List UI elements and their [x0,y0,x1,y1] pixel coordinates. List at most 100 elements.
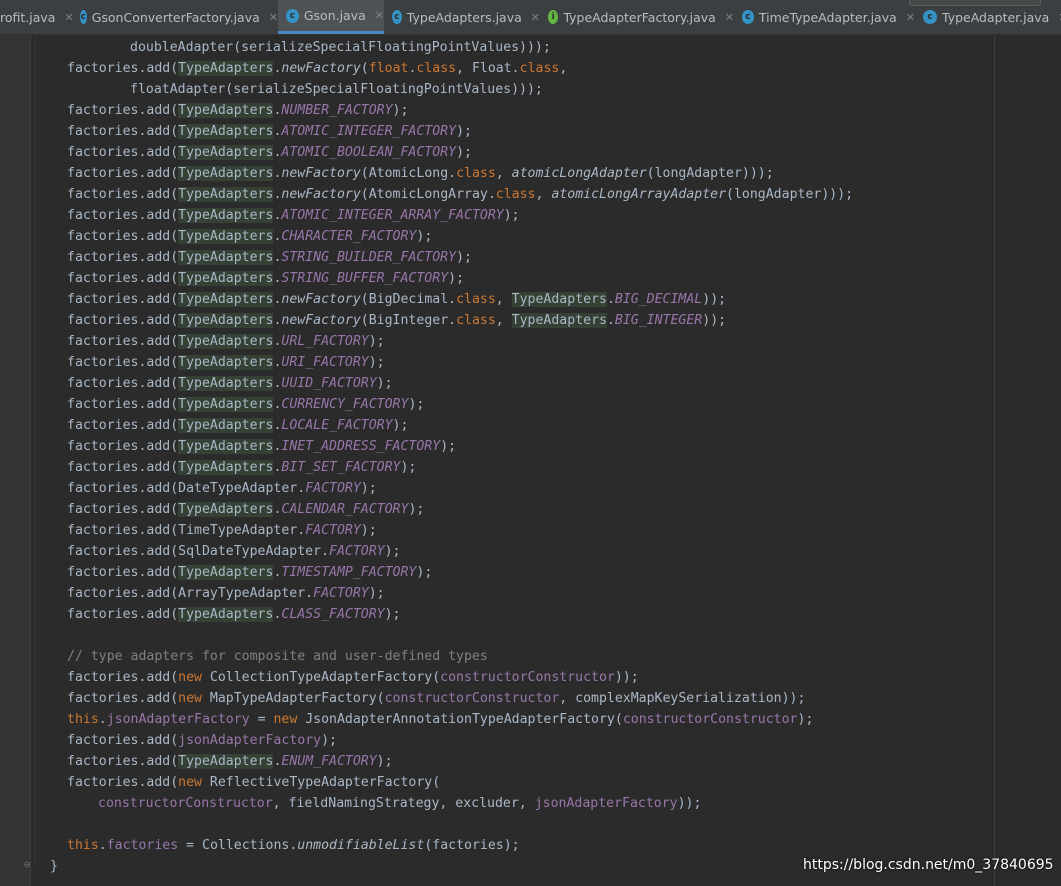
tab-gsonconverterfactory[interactable]: c GsonConverterFactory.java ✕ [72,0,278,34]
code-token: factories.add( [67,733,179,748]
code-token: factories.add( [67,460,179,475]
code-line[interactable]: doubleAdapter(serializeSpecialFloatingPo… [0,37,551,58]
code-line[interactable]: factories.add(TypeAdapters.NUMBER_FACTOR… [0,100,408,121]
code-token: STRING_BUFFER_FACTORY [281,271,449,286]
code-line[interactable]: factories.add(new ReflectiveTypeAdapterF… [0,772,440,793]
code-token: jsonAdapterFactory [178,733,322,748]
code-token: TypeAdapters [178,376,274,391]
code-token: TypeAdapters [178,397,274,412]
tab-rofit[interactable]: rofit.java ✕ [0,0,74,34]
code-line[interactable]: factories.add(SqlDateTypeAdapter.FACTORY… [0,541,400,562]
code-line[interactable]: factories.add(new MapTypeAdapterFactory(… [0,688,805,709]
code-token: (AtomicLongArray. [360,187,496,202]
code-line[interactable]: floatAdapter(serializeSpecialFloatingPoi… [0,79,543,100]
tab-typeadapters[interactable]: c TypeAdapters.java ✕ [384,0,540,34]
code-line[interactable]: factories.add(TypeAdapters.newFactory(Bi… [0,289,726,310]
code-token: UUID_FACTORY [281,376,377,391]
code-token: ); [368,334,385,349]
code-line[interactable]: factories.add(TypeAdapters.URI_FACTORY); [0,352,385,373]
code-token: factories.add(ArrayTypeAdapter. [67,586,314,601]
code-token: ); [456,124,472,139]
code-token: ); [416,229,433,244]
code-line[interactable]: factories.add(TypeAdapters.CHARACTER_FAC… [0,226,432,247]
code-token: ); [360,523,377,538]
class-file-icon: c [923,10,937,24]
code-line[interactable]: factories.add(TypeAdapters.ATOMIC_INTEGE… [0,205,520,226]
code-line[interactable]: factories.add(TypeAdapters.CALENDAR_FACT… [0,499,424,520]
code-line[interactable]: constructorConstructor, fieldNamingStrat… [0,793,701,814]
code-token: LOCALE_FACTORY [281,418,393,433]
code-line[interactable]: this.jsonAdapterFactory = new JsonAdapte… [0,709,813,730]
code-line[interactable]: factories.add(TypeAdapters.LOCALE_FACTOR… [0,415,408,436]
code-token: (BigInteger. [360,313,457,328]
code-line[interactable]: factories.add(TypeAdapters.INET_ADDRESS_… [0,436,456,457]
code-token: factories.add( [67,775,179,790]
code-line[interactable]: factories.add(TypeAdapters.BIT_SET_FACTO… [0,457,416,478]
code-line[interactable]: // type adapters for composite and user-… [0,646,488,667]
watermark-text: https://blog.csdn.net/m0_37840695 [803,857,1054,873]
tab-gson[interactable]: c Gson.java ✕ [278,0,384,34]
code-token: ATOMIC_INTEGER_ARRAY_FACTORY [281,208,504,223]
code-line[interactable]: factories.add(TypeAdapters.newFactory(At… [0,163,774,184]
code-token: ); [384,544,401,559]
code-token: URI_FACTORY [281,355,369,370]
code-token: TypeAdapters [178,271,274,286]
code-line[interactable]: factories.add(TypeAdapters.newFactory(At… [0,184,853,205]
tab-typeadapter[interactable]: cTypeAdapter.java✕ [915,0,1061,34]
right-margin-guide [994,35,995,886]
code-line[interactable]: factories.add(TypeAdapters.UUID_FACTORY)… [0,373,393,394]
code-token: TypeAdapters [178,292,274,307]
close-tab-icon[interactable]: ✕ [725,11,734,24]
code-line[interactable]: factories.add(TypeAdapters.TIMESTAMP_FAC… [0,562,432,583]
close-tab-icon[interactable]: ✕ [531,11,540,24]
code-line[interactable] [0,625,67,646]
code-token: INET_ADDRESS_FACTORY [281,439,441,454]
tab-typeadapterfactory[interactable]: i TypeAdapterFactory.java ✕ [540,0,734,34]
code-token: NUMBER_FACTORY [281,103,393,118]
code-token: , [535,187,552,202]
code-line[interactable]: this.factories = Collections.unmodifiabl… [0,835,520,856]
code-token: (longAdapter))); [726,187,854,202]
code-token: TypeAdapters [178,334,274,349]
code-line[interactable]: factories.add(TypeAdapters.ATOMIC_BOOLEA… [0,142,472,163]
code-line[interactable]: factories.add(TypeAdapters.STRING_BUFFER… [0,268,464,289]
code-token: TypeAdapters [511,313,607,328]
code-token: class [416,61,457,76]
code-token: CLASS_FACTORY [281,607,385,622]
code-line[interactable]: } [0,856,58,877]
tab-timetypeadapter[interactable]: c TimeTypeAdapter.java ✕ [734,0,915,34]
code-token: factories.add(DateTypeAdapter. [67,481,306,496]
close-tab-icon[interactable]: ✕ [906,11,915,24]
code-line[interactable]: factories.add(TypeAdapters.URL_FACTORY); [0,331,385,352]
code-token: ); [376,754,393,769]
code-line[interactable]: factories.add(TypeAdapters.CURRENCY_FACT… [0,394,424,415]
code-token: CHARACTER_FACTORY [281,229,417,244]
code-token: CALENDAR_FACTORY [281,502,409,517]
code-token: TypeAdapters [178,355,274,370]
code-line[interactable]: factories.add(TypeAdapters.CLASS_FACTORY… [0,604,401,625]
code-line[interactable]: factories.add(TypeAdapters.newFactory(Bi… [0,310,726,331]
code-token: ); [408,397,425,412]
code-line[interactable]: factories.add(TypeAdapters.ENUM_FACTORY)… [0,751,393,772]
code-token: ); [416,565,433,580]
code-line[interactable]: factories.add(jsonAdapterFactory); [0,730,337,751]
code-line[interactable] [0,814,67,835]
code-line[interactable]: factories.add(TimeTypeAdapter.FACTORY); [0,520,377,541]
code-token: TypeAdapters [178,187,274,202]
code-token: FACTORY [329,544,385,559]
close-tab-icon[interactable]: ✕ [269,11,278,24]
code-line[interactable]: factories.add(ArrayTypeAdapter.FACTORY); [0,583,385,604]
code-line[interactable]: factories.add(TypeAdapters.ATOMIC_INTEGE… [0,121,472,142]
code-token: ); [360,481,377,496]
code-token: jsonAdapterFactory [534,796,678,811]
code-line[interactable]: factories.add(TypeAdapters.newFactory(fl… [0,58,567,79]
code-line[interactable]: factories.add(DateTypeAdapter.FACTORY); [0,478,377,499]
code-line[interactable]: factories.add(new CollectionTypeAdapterF… [0,667,639,688]
close-tab-icon[interactable]: ✕ [375,9,384,22]
code-token: = Collections. [178,838,298,853]
code-line[interactable]: factories.add(TypeAdapters.STRING_BUILDE… [0,247,472,268]
code-token: CURRENCY_FACTORY [281,397,409,412]
code-token: ); [797,712,814,727]
code-token: factories.add(TimeTypeAdapter. [67,523,306,538]
code-token: ); [400,460,417,475]
